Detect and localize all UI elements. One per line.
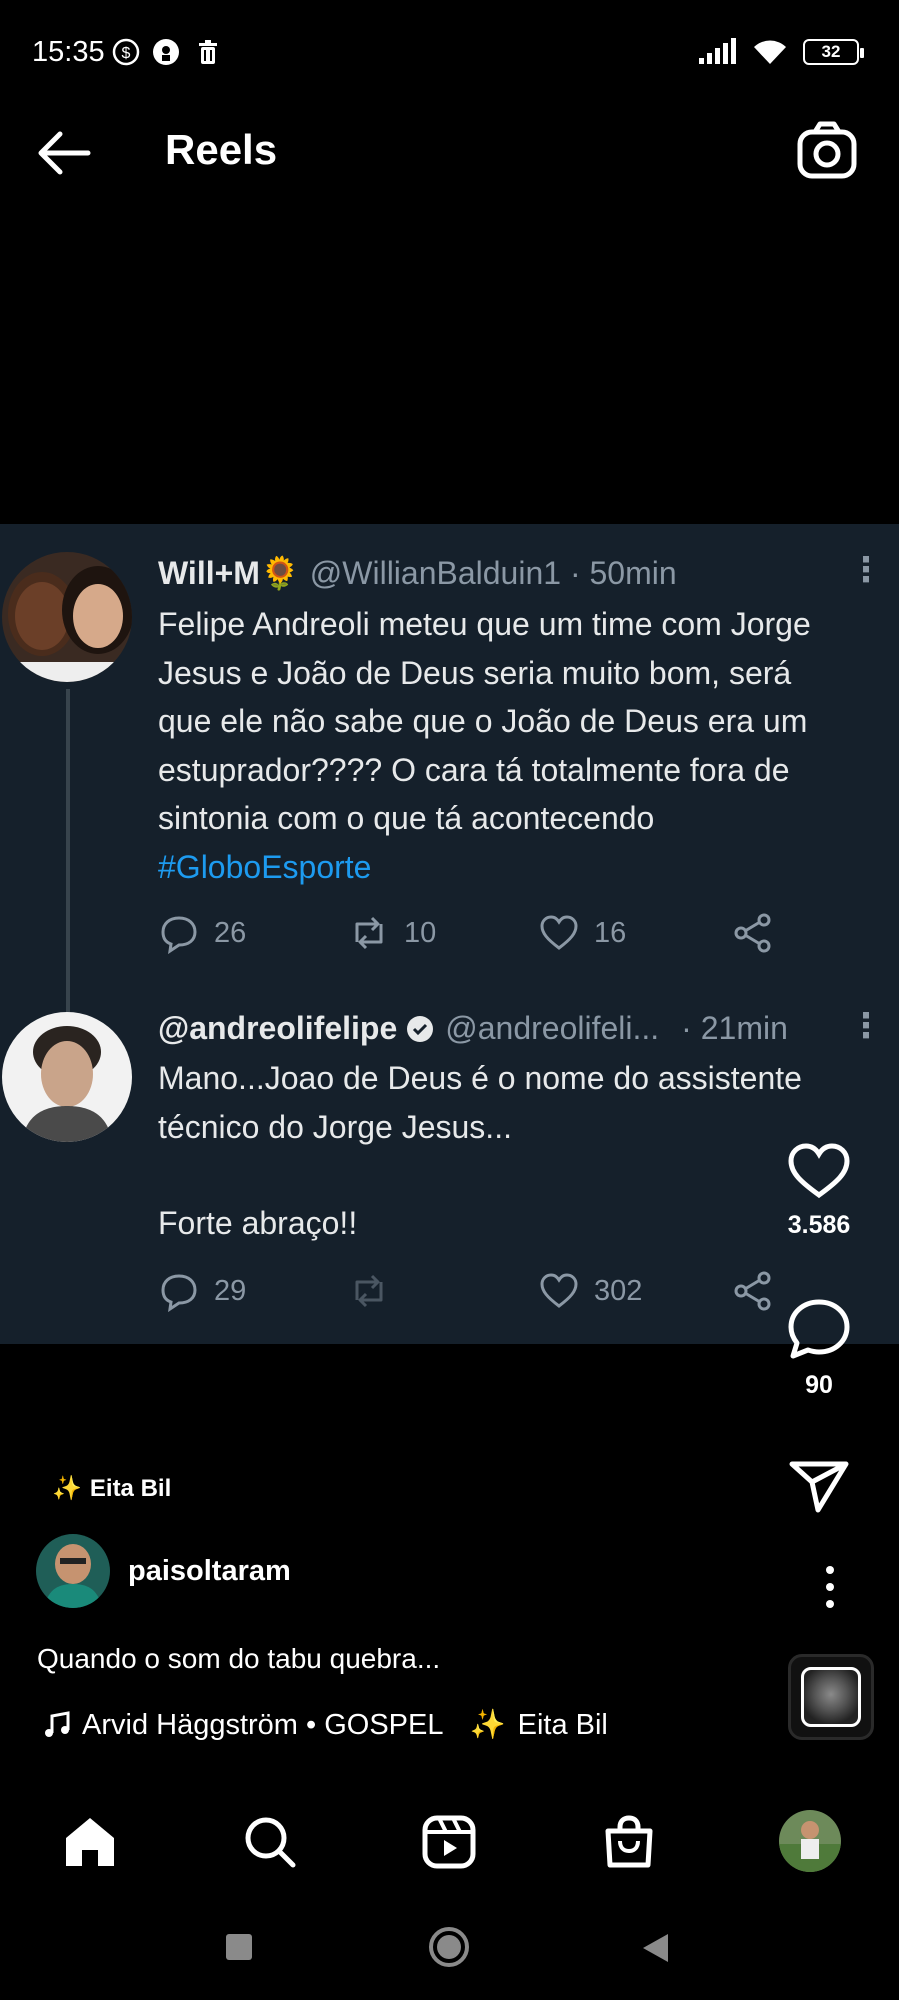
system-nav-bar — [0, 1900, 899, 2000]
reel-caption[interactable]: Quando o som do tabu quebra... — [37, 1643, 440, 1675]
heart-icon — [540, 1273, 578, 1308]
nav-reels[interactable] — [419, 1812, 479, 1872]
like-button[interactable]: 3.586 — [763, 1142, 875, 1240]
music-note-icon — [45, 1711, 70, 1737]
nav-home[interactable] — [60, 1812, 120, 1872]
privacy-eye-icon — [153, 39, 179, 65]
effect-name: Eita Bil — [89, 1474, 172, 1502]
tweet-1-hashtag: #GloboEsporte — [158, 848, 372, 885]
page-title: Reels — [165, 126, 278, 173]
back-triangle-icon[interactable] — [640, 1932, 672, 1964]
tweet-2-reply-count: 29 — [214, 1274, 247, 1307]
tweet-2-actions: 29 302 — [158, 1270, 798, 1314]
camera-icon[interactable] — [795, 118, 859, 182]
tweet-1-actions: 26 10 16 — [158, 912, 798, 956]
tweet-2-line: Mano...Joao de Deus é o nome do assisten… — [158, 1060, 802, 1096]
audio-track: Arvid Häggström • GOSPEL — [82, 1708, 444, 1741]
tweet-1-more-icon: ⋮ — [849, 551, 883, 589]
tweet-1-line: Jesus e João de Deus seria muito bom, se… — [158, 654, 792, 691]
shop-bag-icon — [605, 1815, 653, 1868]
tweet-1-retweet-count: 10 — [404, 916, 437, 949]
home-circle-icon[interactable] — [428, 1926, 470, 1968]
tweet-1-line: estuprador???? O cara tá totalmente fora… — [158, 751, 790, 788]
battery-icon: 32 — [803, 39, 864, 65]
tweet-2-name: @andreolifelipe — [158, 1010, 398, 1046]
reply-icon — [161, 1274, 197, 1312]
tweet-1-handle-time: @WillianBalduin1 · 50min — [309, 554, 677, 591]
battery-level: 32 — [821, 42, 841, 61]
back-arrow-icon[interactable] — [34, 128, 94, 178]
tweet-1-reply: 26 — [158, 912, 246, 954]
tweet-1-name: Will+M🌻 — [158, 555, 300, 591]
trash-icon — [199, 40, 217, 64]
reply-icon — [161, 916, 197, 954]
status-right: 32 — [697, 38, 864, 66]
status-time: 15:35 — [32, 36, 105, 68]
nav-shop[interactable] — [599, 1812, 659, 1872]
tweet-1-header: Will+M🌻 @WillianBalduin1 · 50min — [158, 554, 677, 592]
comment-icon — [788, 1299, 850, 1359]
tweet-2-time: · 21min — [681, 1010, 788, 1046]
status-bar: 15:35 $ 32 — [0, 0, 899, 100]
audio-thumbnail[interactable] — [788, 1654, 874, 1740]
tweet-2-avatar — [2, 1012, 132, 1142]
dollar-circle-icon: $ — [112, 38, 140, 66]
tweet-1-line: que ele não sabe que o João de Deus era … — [158, 703, 808, 739]
home-icon — [66, 1818, 114, 1866]
tweet-1-avatar — [2, 552, 132, 682]
audio-row[interactable]: Arvid Häggström • GOSPEL ✨ Eita Bil — [44, 1708, 644, 1742]
verified-badge-icon — [407, 1015, 434, 1042]
like-count: 3.586 — [787, 1211, 851, 1239]
reels-icon — [422, 1815, 476, 1869]
comment-button[interactable]: 90 — [763, 1298, 875, 1400]
tweet-2-more-icon: ⋮ — [849, 1007, 883, 1045]
tweet-1-body: Felipe Andreoli meteu que um time com Jo… — [158, 600, 888, 891]
send-icon — [789, 1461, 849, 1513]
comment-count: 90 — [805, 1371, 833, 1399]
more-options-icon[interactable] — [818, 1562, 842, 1612]
svg-text:$: $ — [122, 45, 131, 62]
bottom-nav — [0, 1790, 899, 1890]
tweet-2-handle: @andreolifeli... — [445, 1010, 660, 1046]
signal-icon — [699, 38, 736, 64]
tweet-1-like-count: 16 — [594, 916, 627, 949]
audio-effect: Eita Bil — [517, 1708, 608, 1741]
tweet-2-reply: 29 — [158, 1270, 246, 1312]
recents-square-icon[interactable] — [224, 1932, 254, 1962]
retweet-icon — [355, 1274, 383, 1308]
effect-tag[interactable]: ✨ Eita Bil — [52, 1474, 171, 1503]
sparkle-icon: ✨ — [52, 1475, 82, 1502]
wifi-icon — [754, 40, 786, 64]
tweet-1-line: Felipe Andreoli meteu que um time com Jo… — [158, 606, 811, 642]
search-icon — [245, 1817, 296, 1868]
author-username[interactable]: paisoltaram — [128, 1555, 291, 1588]
thread-line — [66, 689, 70, 1019]
tweet-1-retweet: 10 — [348, 912, 436, 954]
retweet-icon — [355, 916, 383, 950]
tweet-1-share — [732, 912, 774, 954]
share-icon — [734, 913, 771, 953]
tweet-1-like: 16 — [538, 912, 626, 954]
tweet-2-retweet — [348, 1270, 390, 1312]
audio-thumbnail-image — [801, 1667, 861, 1727]
tweet-1-line: sintonia com o que tá acontecendo — [158, 800, 655, 836]
tweet-1-reply-count: 26 — [214, 916, 247, 949]
nav-search[interactable] — [240, 1812, 300, 1872]
heart-icon — [540, 915, 578, 950]
tweet-2-like: 302 — [538, 1270, 642, 1312]
tweet-2-header: @andreolifelipe @andreolifeli... · 21min — [158, 1010, 788, 1047]
heart-icon — [788, 1143, 850, 1199]
author-avatar[interactable] — [36, 1534, 110, 1608]
tweet-2-like-count: 302 — [594, 1274, 643, 1307]
share-button[interactable] — [763, 1458, 875, 1519]
nav-profile-avatar[interactable] — [779, 1810, 841, 1872]
sparkle-icon: ✨ — [469, 1709, 506, 1741]
